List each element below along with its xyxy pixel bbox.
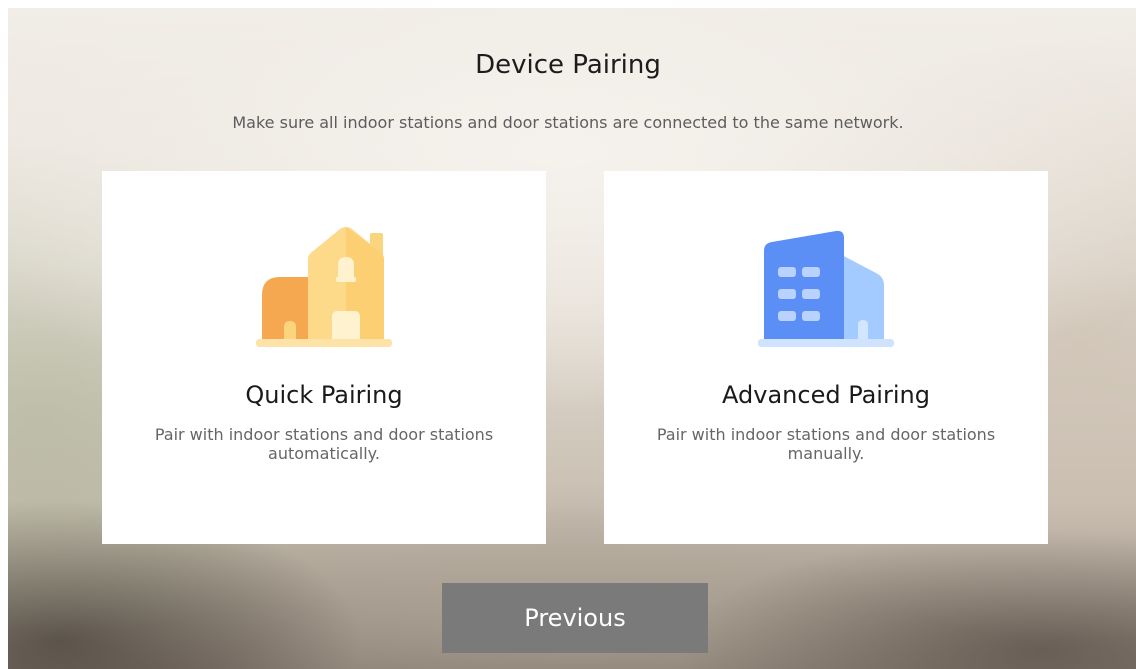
previous-button[interactable]: Previous <box>442 583 708 653</box>
advanced-pairing-card[interactable]: Advanced Pairing Pair with indoor statio… <box>604 171 1048 544</box>
house-icon <box>252 225 396 353</box>
card-title: Advanced Pairing <box>722 381 930 409</box>
quick-pairing-card[interactable]: Quick Pairing Pair with indoor stations … <box>102 171 546 544</box>
card-description: Pair with indoor stations and door stati… <box>154 425 494 463</box>
card-title: Quick Pairing <box>245 381 403 409</box>
card-description: Pair with indoor stations and door stati… <box>656 425 996 463</box>
device-pairing-screen: Device Pairing Make sure all indoor stat… <box>0 0 1136 669</box>
page-title: Device Pairing <box>475 50 661 80</box>
frame-border-top <box>0 0 1136 8</box>
building-icon <box>754 225 898 353</box>
frame-border-left <box>0 0 8 669</box>
page-subtitle: Make sure all indoor stations and door s… <box>232 113 904 132</box>
